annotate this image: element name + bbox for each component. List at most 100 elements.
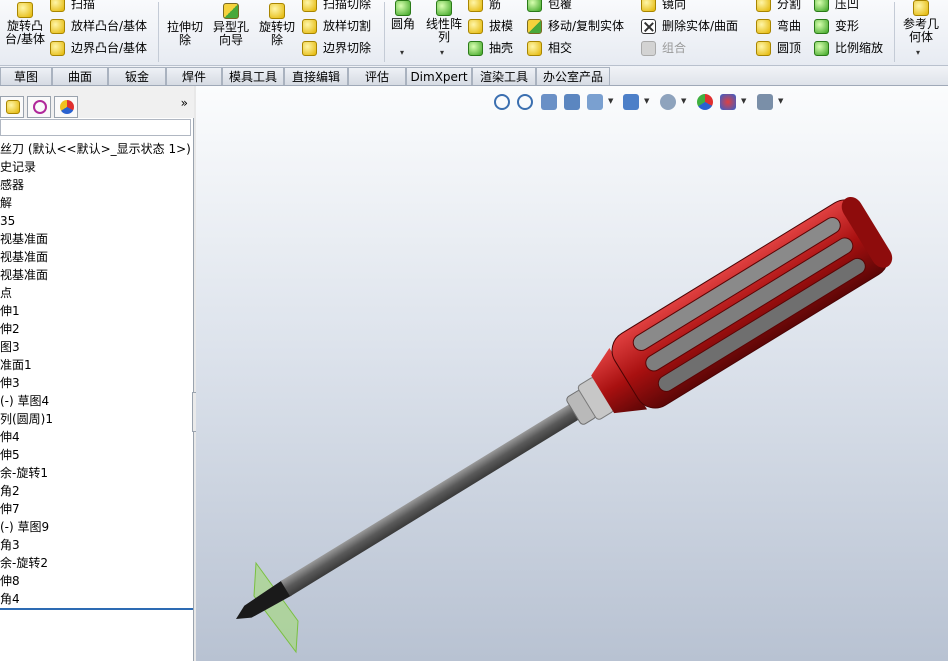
configuration-manager-tab[interactable]: [27, 96, 51, 118]
tree-item[interactable]: (-) 草图9: [0, 518, 193, 536]
tree-item[interactable]: 伸1: [0, 302, 193, 320]
tree-item[interactable]: 角2: [0, 482, 193, 500]
tree-item[interactable]: 伸7: [0, 500, 193, 518]
tree-item[interactable]: 伸4: [0, 428, 193, 446]
loft-boss-icon: [50, 19, 65, 34]
shell-label: 抽壳: [489, 41, 514, 55]
tree-item[interactable]: 准面1: [0, 356, 193, 374]
tab-render-tools[interactable]: 渲染工具: [472, 67, 536, 85]
command-manager-tabs: 草图 曲面 钣金 焊件 模具工具 直接编辑 评估 DimXpert 渲染工具 办…: [0, 66, 948, 86]
tree-item[interactable]: 点: [0, 284, 193, 302]
tree-item[interactable]: 伸3: [0, 374, 193, 392]
boundary-boss-button[interactable]: 边界凸台/基体: [50, 38, 147, 58]
move-copy-button[interactable]: 移动/复制实体: [527, 16, 624, 36]
combine-button[interactable]: 组合: [641, 38, 686, 58]
boundary-cut-button[interactable]: 边界切除: [302, 38, 371, 58]
tab-evaluate[interactable]: 评估: [348, 67, 406, 85]
dome-button[interactable]: 圆顶: [756, 38, 801, 58]
tree-item[interactable]: 感器: [0, 176, 193, 194]
tree-item[interactable]: 余-旋转1: [0, 464, 193, 482]
lofted-cut-label: 放样切割: [323, 19, 372, 33]
tree-item[interactable]: 史记录: [0, 158, 193, 176]
fillet-dropdown-icon[interactable]: ▾: [400, 48, 404, 57]
tree-item[interactable]: 伸2: [0, 320, 193, 338]
mirror-button[interactable]: 镜向: [641, 0, 686, 14]
rib-button[interactable]: 筋: [468, 0, 501, 14]
tab-sheet-metal[interactable]: 钣金: [108, 67, 166, 85]
tab-office-products[interactable]: 办公室产品: [536, 67, 610, 85]
tree-item[interactable]: 解: [0, 194, 193, 212]
property-manager-icon: [6, 100, 20, 114]
draft-label: 拔模: [489, 19, 514, 33]
extruded-cut-button[interactable]: 拉伸切除: [163, 3, 207, 47]
split-icon: [756, 0, 771, 12]
indent-icon: [814, 0, 829, 12]
ref-geometry-dropdown-icon[interactable]: ▾: [916, 48, 920, 57]
sweep-button[interactable]: 扫描: [50, 0, 95, 14]
intersect-button[interactable]: 相交: [527, 38, 572, 58]
tab-mold-tools[interactable]: 模具工具: [222, 67, 284, 85]
ref-geometry-button[interactable]: 参考几何体: [898, 0, 944, 44]
tree-item[interactable]: 余-旋转2: [0, 554, 193, 572]
wrap-label: 包覆: [548, 0, 573, 11]
tree-item[interactable]: 丝刀 (默认<<默认>_显示状态 1>): [0, 140, 193, 158]
tree-item[interactable]: 视基准面: [0, 248, 193, 266]
shell-button[interactable]: 抽壳: [468, 38, 513, 58]
rollback-bar[interactable]: [0, 608, 193, 610]
hole-wizard-button[interactable]: 异型孔向导: [209, 3, 253, 47]
tree-item[interactable]: 视基准面: [0, 266, 193, 284]
feature-tree: 丝刀 (默认<<默认>_显示状态 1>) 史记录 感器解 35 视基准面 视基准面 视基准面…: [0, 140, 193, 608]
fillet-button[interactable]: 圆角: [388, 0, 418, 31]
intersect-icon: [527, 41, 542, 56]
tree-item[interactable]: 图3: [0, 338, 193, 356]
tree-item[interactable]: 视基准面: [0, 230, 193, 248]
tab-weldments[interactable]: 焊件: [166, 67, 222, 85]
loft-boss-button[interactable]: 放样凸台/基体: [50, 16, 147, 36]
draft-button[interactable]: 拔模: [468, 16, 513, 36]
graphics-viewport[interactable]: ▼ ▼ ▼ ▼ ▼: [196, 86, 948, 661]
tree-item[interactable]: 伸8: [0, 572, 193, 590]
wrap-button[interactable]: 包覆: [527, 0, 572, 14]
screwdriver-model[interactable]: [196, 86, 948, 661]
lofted-cut-button[interactable]: 放样切割: [302, 16, 371, 36]
expand-arrow-icon[interactable]: »: [181, 96, 188, 110]
sweep-label: 扫描: [71, 0, 96, 11]
revolve-boss-label: 旋转凸台/基体: [4, 19, 46, 46]
tab-sketch[interactable]: 草图: [0, 67, 52, 85]
split-label: 分割: [777, 0, 802, 11]
flex-button[interactable]: 弯曲: [756, 16, 801, 36]
swept-cut-button[interactable]: 扫描切除: [302, 0, 371, 14]
display-manager-tab[interactable]: [54, 96, 78, 118]
split-button[interactable]: 分割: [756, 0, 801, 14]
revolved-cut-button[interactable]: 旋转切除: [255, 3, 299, 47]
tab-dimxpert[interactable]: DimXpert: [406, 67, 472, 85]
loft-boss-label: 放样凸台/基体: [71, 19, 148, 33]
indent-button[interactable]: 压凹: [814, 0, 859, 14]
swept-cut-icon: [302, 0, 317, 12]
property-manager-tab[interactable]: [0, 96, 24, 118]
tab-direct-editing[interactable]: 直接编辑: [284, 67, 348, 85]
delete-body-button[interactable]: 删除实体/曲面: [641, 16, 738, 36]
linear-pattern-button[interactable]: 线性阵列: [422, 0, 466, 44]
scale-button[interactable]: 比例缩放: [814, 38, 883, 58]
indent-label: 压凹: [835, 0, 860, 11]
linear-pattern-dropdown-icon[interactable]: ▾: [440, 48, 444, 57]
screwdriver-shaft[interactable]: [280, 403, 581, 597]
linear-pattern-icon: [436, 0, 452, 16]
tree-item[interactable]: 角4: [0, 590, 193, 608]
color-wheel-icon: [60, 100, 74, 114]
tree-item[interactable]: 伸5: [0, 446, 193, 464]
tree-item[interactable]: 列(圆周)1: [0, 410, 193, 428]
wrap-icon: [527, 0, 542, 12]
crosshair-icon: [33, 100, 47, 114]
tab-surfaces[interactable]: 曲面: [52, 67, 108, 85]
boundary-cut-icon: [302, 41, 317, 56]
combine-label: 组合: [662, 41, 687, 55]
deform-button[interactable]: 变形: [814, 16, 859, 36]
revolve-boss-button[interactable]: 旋转凸台/基体: [2, 0, 48, 46]
tree-filter-input[interactable]: [0, 119, 191, 136]
tree-item[interactable]: 角3: [0, 536, 193, 554]
tree-item[interactable]: 35: [0, 212, 193, 230]
tree-item[interactable]: (-) 草图4: [0, 392, 193, 410]
scale-label: 比例缩放: [835, 41, 884, 55]
